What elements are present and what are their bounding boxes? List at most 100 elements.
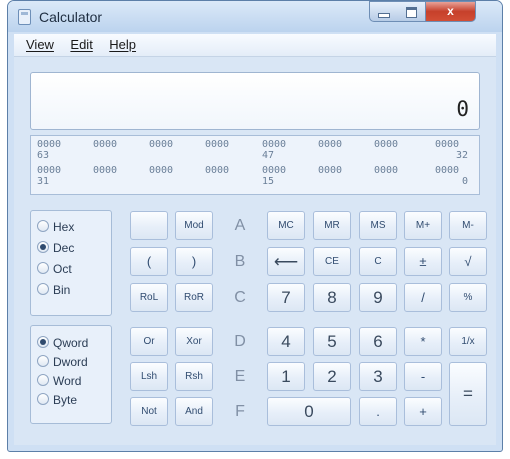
- radio-label: Hex: [53, 220, 75, 234]
- digit-5-button[interactable]: 5: [313, 327, 351, 356]
- digit-1-button[interactable]: 1: [267, 362, 305, 391]
- bit-group: 0000: [93, 165, 118, 176]
- equals-button[interactable]: =: [449, 362, 487, 426]
- digit-6-button[interactable]: 6: [359, 327, 397, 356]
- binary-display: 0000 0000 0000 0000 0000 0000 0000 0000 …: [30, 135, 480, 195]
- bit-group: 0000: [435, 165, 460, 176]
- menu-edit[interactable]: Edit: [70, 34, 92, 56]
- hex-a-button[interactable]: A: [221, 211, 259, 240]
- digit-4-button[interactable]: 4: [267, 327, 305, 356]
- menu-bar: View Edit Help: [14, 34, 496, 57]
- menu-help[interactable]: Help: [109, 34, 136, 56]
- radio-label: Dec: [53, 241, 75, 255]
- memory-store-button[interactable]: MS: [359, 211, 397, 240]
- right-shift-button[interactable]: Rsh: [175, 362, 213, 391]
- hex-f-button[interactable]: F: [221, 397, 259, 426]
- radio-qword[interactable]: Qword: [37, 336, 88, 350]
- rotate-left-button[interactable]: RoL: [130, 283, 168, 312]
- radio-dec[interactable]: Dec: [37, 241, 74, 255]
- radio-dword[interactable]: Dword: [37, 355, 88, 369]
- percent-button[interactable]: %: [449, 283, 487, 312]
- decimal-button[interactable]: .: [359, 397, 397, 426]
- clear-button[interactable]: C: [359, 247, 397, 276]
- radio-word[interactable]: Word: [37, 374, 81, 388]
- radio-button-icon: [37, 374, 49, 386]
- left-shift-button[interactable]: Lsh: [130, 362, 168, 391]
- bit-group: 0000: [262, 139, 287, 150]
- radio-button-icon: [37, 355, 49, 367]
- radio-hex[interactable]: Hex: [37, 220, 74, 234]
- bit-group: 0000: [149, 165, 174, 176]
- radio-label: Qword: [53, 336, 89, 350]
- bit-position-label: 63: [37, 150, 50, 161]
- or-button[interactable]: Or: [130, 327, 168, 356]
- radio-label: Bin: [53, 283, 71, 297]
- memory-clear-button[interactable]: MC: [267, 211, 305, 240]
- radio-button-checked-icon: [37, 241, 49, 253]
- minimize-icon: [378, 13, 390, 18]
- digit-2-button[interactable]: 2: [313, 362, 351, 391]
- bit-group: 0000: [37, 165, 62, 176]
- memory-subtract-button[interactable]: M-: [449, 211, 487, 240]
- bit-group: 0000: [93, 139, 118, 150]
- radio-byte[interactable]: Byte: [37, 393, 77, 407]
- calculator-app-icon: [18, 9, 31, 25]
- minimize-button[interactable]: [369, 1, 399, 22]
- digit-3-button[interactable]: 3: [359, 362, 397, 391]
- negate-button[interactable]: ±: [404, 247, 442, 276]
- bit-group: 0000: [262, 165, 287, 176]
- right-paren-button[interactable]: ): [175, 247, 213, 276]
- reciprocal-button[interactable]: 1/x: [449, 327, 487, 356]
- radio-label: Dword: [53, 355, 88, 369]
- hex-b-button[interactable]: B: [221, 247, 259, 276]
- calculator-body: 0 0000 0000 0000 0000 0000 0000 0000 000…: [14, 57, 496, 445]
- left-paren-button[interactable]: (: [130, 247, 168, 276]
- radio-button-icon: [37, 283, 49, 295]
- square-root-button[interactable]: √: [449, 247, 487, 276]
- xor-button[interactable]: Xor: [175, 327, 213, 356]
- multiply-button[interactable]: *: [404, 327, 442, 356]
- digit-0-button[interactable]: 0: [267, 397, 351, 426]
- digit-9-button[interactable]: 9: [359, 283, 397, 312]
- radio-label: Byte: [53, 393, 78, 407]
- menu-view[interactable]: View: [26, 34, 54, 56]
- bit-group: 0000: [205, 139, 230, 150]
- result-display: 0: [30, 72, 480, 130]
- bit-position-label: 31: [37, 176, 50, 187]
- radio-oct[interactable]: Oct: [37, 262, 72, 276]
- divide-button[interactable]: /: [404, 283, 442, 312]
- bit-group: 0000: [149, 139, 174, 150]
- bit-position-label: 47: [262, 150, 275, 161]
- subtract-button[interactable]: -: [404, 362, 442, 391]
- rotate-right-button[interactable]: RoR: [175, 283, 213, 312]
- memory-recall-button[interactable]: MR: [313, 211, 351, 240]
- add-button[interactable]: +: [404, 397, 442, 426]
- and-button[interactable]: And: [175, 397, 213, 426]
- bit-group: 0000: [318, 139, 343, 150]
- hex-c-button[interactable]: C: [221, 283, 259, 312]
- hex-e-button[interactable]: E: [221, 362, 259, 391]
- radio-button-icon: [37, 262, 49, 274]
- memory-add-button[interactable]: M+: [404, 211, 442, 240]
- bit-position-label: 0: [462, 176, 469, 187]
- digit-8-button[interactable]: 8: [313, 283, 351, 312]
- maximize-button[interactable]: [398, 1, 426, 22]
- close-button[interactable]: x: [426, 1, 476, 22]
- digit-7-button[interactable]: 7: [267, 283, 305, 312]
- backspace-button[interactable]: ⟵: [267, 247, 305, 276]
- word-size-radio-group: Qword Dword Word Byte: [30, 325, 112, 424]
- base-radio-group: Hex Dec Oct Bin: [30, 210, 112, 316]
- mod-button[interactable]: Mod: [175, 211, 213, 240]
- bit-group: 0000: [374, 139, 399, 150]
- radio-label: Word: [53, 374, 82, 388]
- blank-button[interactable]: [130, 211, 168, 240]
- not-button[interactable]: Not: [130, 397, 168, 426]
- title-bar[interactable]: Calculator x: [8, 1, 502, 32]
- hex-d-button[interactable]: D: [221, 327, 259, 356]
- radio-bin[interactable]: Bin: [37, 283, 70, 297]
- bit-position-label: 15: [262, 176, 275, 187]
- close-icon: x: [447, 4, 454, 18]
- clear-entry-button[interactable]: CE: [313, 247, 351, 276]
- radio-button-icon: [37, 220, 49, 232]
- radio-button-icon: [37, 393, 49, 405]
